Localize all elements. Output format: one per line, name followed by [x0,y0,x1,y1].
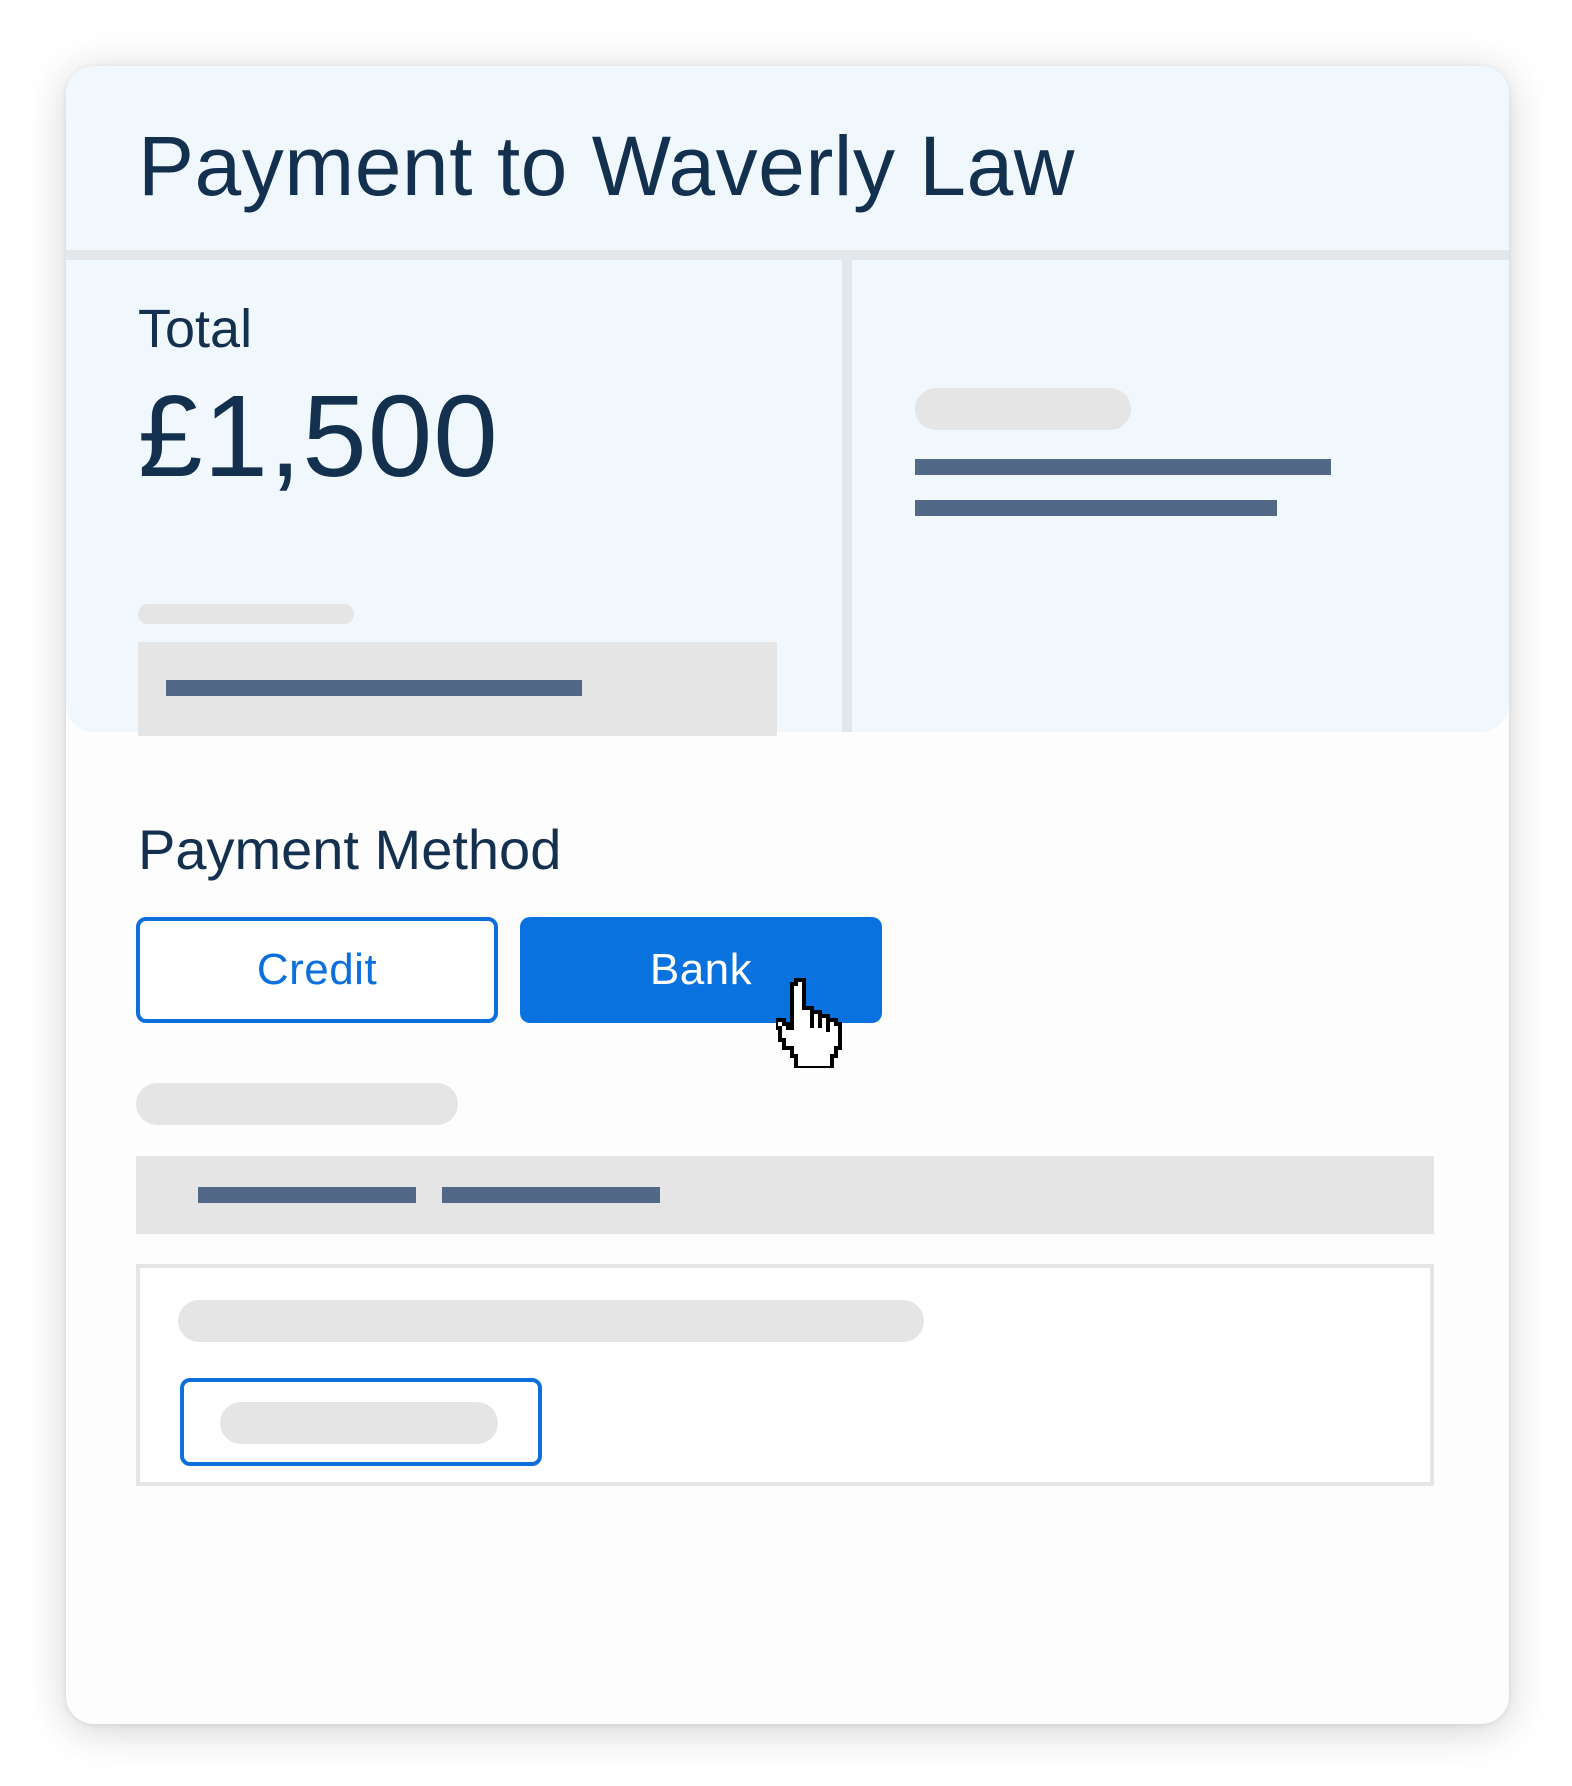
placeholder-line [198,1187,416,1203]
placeholder-pill [178,1300,924,1342]
card-header: Payment to Waverly Law [66,66,1509,260]
credit-button-label: Credit [256,945,378,994]
credit-button[interactable]: Credit [136,917,498,1023]
placeholder-button[interactable] [180,1378,542,1466]
page-title: Payment to Waverly Law [138,119,1075,213]
placeholder-line [442,1187,660,1203]
bank-button-label: Bank [649,945,753,994]
payment-method-title: Payment Method [138,818,562,881]
placeholder-field [136,1156,1434,1234]
placeholder-line [915,500,1277,516]
details-panel [136,1264,1434,1486]
placeholder-pill [915,388,1131,430]
total-amount: £1,500 [138,371,499,501]
placeholder-pill [136,1083,458,1125]
vertical-divider [842,260,852,732]
placeholder-line [915,459,1331,475]
hand-pointer-icon [776,978,842,1068]
total-label: Total [138,299,253,359]
placeholder-line [166,680,582,696]
placeholder-pill [220,1402,498,1444]
placeholder-field [138,642,777,736]
placeholder-pill [138,604,354,624]
payment-summary: Total £1,500 [66,260,1509,736]
payment-card: Payment to Waverly Law Total £1,500 Paym… [66,66,1509,1724]
